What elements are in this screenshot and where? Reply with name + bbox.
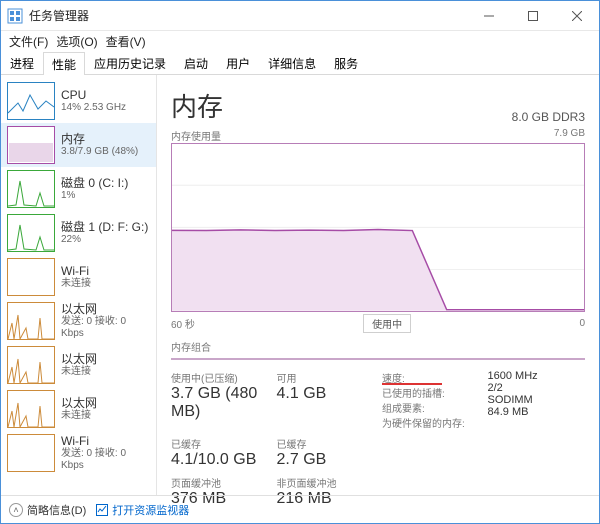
- metric-used-value: 3.7 GB (480 MB): [171, 385, 269, 421]
- eth-mini-chart: [7, 390, 55, 428]
- metric-cached-label: 已缓存: [277, 436, 375, 451]
- sidebar-item-sub: 未连接: [61, 366, 97, 378]
- tabs: 进程性能应用历史记录启动用户详细信息服务: [1, 51, 599, 75]
- app-icon: [7, 8, 23, 24]
- sidebar-item-mem-1[interactable]: 内存3.8/7.9 GB (48%): [1, 123, 156, 167]
- sidebar-item-sub: 发送: 0 接收: 0 Kbps: [61, 316, 150, 340]
- tab-5[interactable]: 详细信息: [259, 51, 325, 74]
- chart-mid-label: 使用中: [363, 314, 411, 333]
- chart-time-label: 60 秒: [171, 316, 195, 331]
- eth-mini-chart: [7, 302, 55, 340]
- metric-form-label: 组成要素:: [382, 400, 480, 415]
- sidebar-item-sub: 1%: [61, 190, 128, 202]
- chart-zero-label: 0: [579, 318, 585, 329]
- sidebar-item-wifi-4[interactable]: Wi-Fi未连接: [1, 255, 156, 299]
- tab-1[interactable]: 性能: [43, 52, 85, 75]
- menu-view[interactable]: 查看(V): [104, 33, 148, 50]
- mem-mini-chart: [7, 126, 55, 164]
- tab-6[interactable]: 服务: [325, 51, 367, 74]
- metric-paged-label: 页面缓冲池: [171, 475, 269, 490]
- window-title: 任务管理器: [29, 7, 467, 24]
- metric-speed-value: 1600 MHz: [488, 370, 586, 382]
- sidebar-item-sub: 22%: [61, 234, 148, 246]
- sidebar-item-sub: 发送: 0 接收: 0 Kbps: [61, 448, 150, 472]
- sidebar-item-label: CPU: [61, 88, 126, 102]
- sidebar-item-eth-5[interactable]: 以太网发送: 0 接收: 0 Kbps: [1, 299, 156, 343]
- page-title: 内存: [171, 87, 223, 124]
- metric-avail-label: 可用: [277, 370, 375, 385]
- chart-max: 7.9 GB: [554, 128, 585, 143]
- metric-nonpaged-label: 非页面缓冲池: [277, 475, 375, 490]
- metric-cached-value: 2.7 GB: [277, 451, 375, 469]
- chevron-up-icon: ˄: [9, 503, 23, 517]
- metric-form-value: SODIMM: [488, 394, 586, 406]
- sidebar-item-label: Wi-Fi: [61, 434, 150, 448]
- tab-2[interactable]: 应用历史记录: [85, 51, 175, 74]
- memory-chart: [171, 143, 585, 312]
- close-button[interactable]: [555, 1, 599, 30]
- sidebar-item-label: 以太网: [61, 352, 97, 366]
- metric-hw-label: 为硬件保留的内存:: [382, 415, 480, 430]
- sidebar-item-label: 以太网: [61, 302, 150, 316]
- disk-mini-chart: [7, 170, 55, 208]
- metric-used-label: 使用中(已压缩): [171, 370, 269, 385]
- sidebar-item-sub: 未连接: [61, 278, 91, 290]
- memory-composition-chart: [171, 358, 585, 360]
- tab-4[interactable]: 用户: [217, 51, 259, 74]
- metric-slots-label: 已使用的插槽:: [382, 385, 480, 400]
- comp-title: 内存组合: [171, 339, 211, 354]
- sidebar-item-sub: 3.8/7.9 GB (48%): [61, 146, 138, 158]
- open-resource-monitor-link[interactable]: 打开资源监视器: [96, 502, 189, 518]
- sidebar-item-label: 以太网: [61, 396, 97, 410]
- toggle-details[interactable]: ˄ 简略信息(D): [9, 502, 86, 518]
- sidebar-item-label: 内存: [61, 132, 138, 146]
- wifi-mini-chart: [7, 258, 55, 296]
- sidebar-item-disk-2[interactable]: 磁盘 0 (C: I:)1%: [1, 167, 156, 211]
- menu-bar: 文件(F) 选项(O) 查看(V): [1, 31, 599, 51]
- menu-file[interactable]: 文件(F): [7, 33, 50, 50]
- metric-hw-value: 84.9 MB: [488, 406, 586, 418]
- sidebar-item-disk-3[interactable]: 磁盘 1 (D: F: G:)22%: [1, 211, 156, 255]
- minimize-button[interactable]: [467, 1, 511, 30]
- sidebar-item-eth-6[interactable]: 以太网未连接: [1, 343, 156, 387]
- titlebar: 任务管理器: [1, 1, 599, 31]
- eth-mini-chart: [7, 346, 55, 384]
- chart-title: 内存使用量: [171, 128, 221, 143]
- sidebar-item-label: 磁盘 0 (C: I:): [61, 176, 128, 190]
- disk-mini-chart: [7, 214, 55, 252]
- metric-slots-value: 2/2: [488, 382, 586, 394]
- maximize-button[interactable]: [511, 1, 555, 30]
- sidebar-item-cpu-0[interactable]: CPU14% 2.53 GHz: [1, 79, 156, 123]
- sidebar-item-label: 磁盘 1 (D: F: G:): [61, 220, 148, 234]
- memory-pane: 内存 8.0 GB DDR3 内存使用量 7.9 GB 60 秒 使用中: [157, 75, 599, 495]
- sidebar-item-sub: 未连接: [61, 410, 97, 422]
- sidebar: CPU14% 2.53 GHz内存3.8/7.9 GB (48%)磁盘 0 (C…: [1, 75, 157, 495]
- sidebar-item-eth-7[interactable]: 以太网未连接: [1, 387, 156, 431]
- footer: ˄ 简略信息(D) 打开资源监视器: [1, 495, 599, 523]
- wifi-mini-chart: [7, 434, 55, 472]
- open-resource-monitor-label: 打开资源监视器: [112, 502, 189, 518]
- metric-avail-value: 4.1 GB: [277, 385, 375, 403]
- tab-0[interactable]: 进程: [1, 51, 43, 74]
- memory-metrics: 使用中(已压缩) 3.7 GB (480 MB) 可用 4.1 GB 速度: 已…: [171, 370, 585, 508]
- menu-options[interactable]: 选项(O): [54, 33, 99, 50]
- cpu-mini-chart: [7, 82, 55, 120]
- sidebar-item-wifi-8[interactable]: Wi-Fi发送: 0 接收: 0 Kbps: [1, 431, 156, 475]
- toggle-details-label: 简略信息(D): [27, 502, 86, 518]
- metric-commit-label: 已缓存: [171, 436, 269, 451]
- tab-3[interactable]: 启动: [175, 51, 217, 74]
- sidebar-item-label: Wi-Fi: [61, 264, 91, 278]
- monitor-icon: [96, 504, 108, 516]
- memory-total: 8.0 GB DDR3: [512, 110, 585, 124]
- sidebar-item-sub: 14% 2.53 GHz: [61, 102, 126, 114]
- metric-commit-value: 4.1/10.0 GB: [171, 451, 269, 469]
